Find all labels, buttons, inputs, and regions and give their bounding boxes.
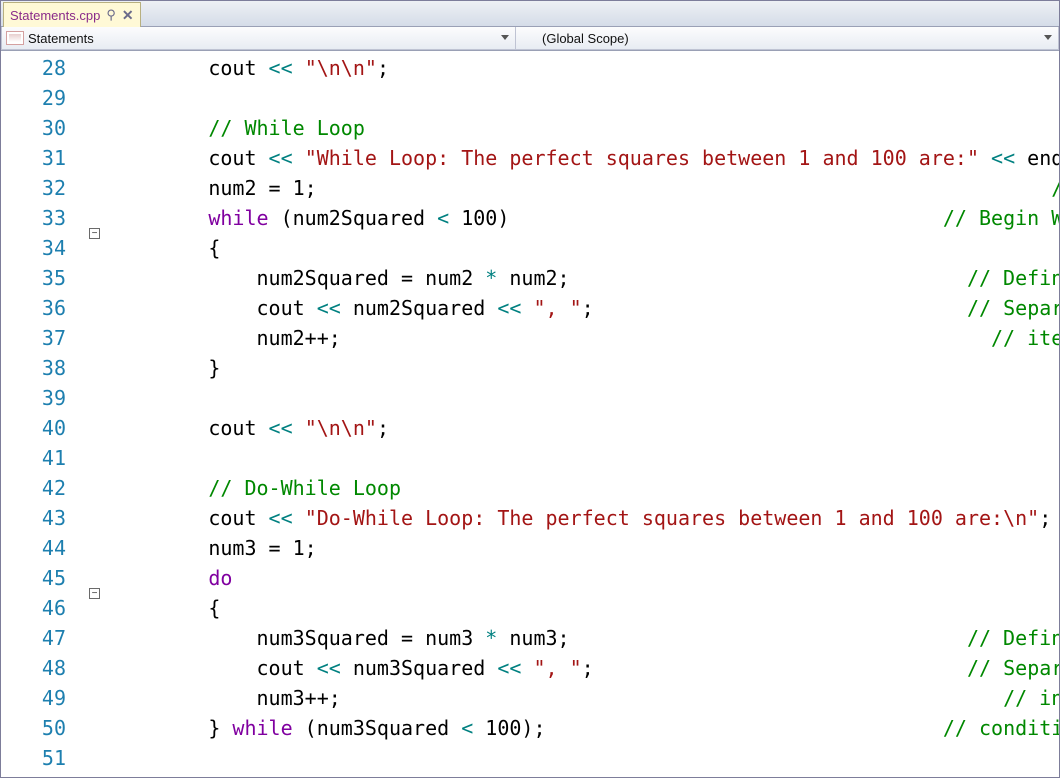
tab-strip: Statements.cpp ⚲ ✕ (1, 1, 1059, 27)
line-number: 51 (23, 746, 78, 770)
code-text[interactable]: num3Squared = num3 * num3; // Definition… (104, 626, 1059, 650)
code-line[interactable]: 31 cout << "While Loop: The perfect squa… (1, 143, 1059, 173)
scope-dropdown-global[interactable]: (Global Scope) (516, 27, 1059, 50)
code-text[interactable]: num2++; // iterator (104, 326, 1059, 350)
line-number: 35 (23, 266, 78, 290)
code-line[interactable]: 39 (1, 383, 1059, 413)
code-line[interactable]: 38 } (1, 353, 1059, 383)
code-line[interactable]: 28 cout << "\n\n"; (1, 53, 1059, 83)
line-number: 28 (23, 56, 78, 80)
code-line[interactable]: 49 num3++; // increment (1, 683, 1059, 713)
code-text[interactable]: do // Begin Do-While Loop (104, 566, 1059, 590)
editor-window: Statements.cpp ⚲ ✕ Statements (Global Sc… (0, 0, 1060, 778)
code-text[interactable]: cout << num2Squared << ", "; // Separate… (104, 296, 1059, 320)
pin-icon[interactable]: ⚲ (106, 7, 116, 23)
line-number: 39 (23, 386, 78, 410)
code-text[interactable]: cout << num3Squared << ", "; // Separate… (104, 656, 1059, 680)
project-icon (6, 31, 24, 45)
code-text[interactable]: cout << "\n\n"; (104, 56, 1059, 80)
code-line[interactable]: 33− while (num2Squared < 100) // Begin W… (1, 203, 1059, 233)
code-line[interactable]: 47 num3Squared = num3 * num3; // Definit… (1, 623, 1059, 653)
code-line[interactable]: 43 cout << "Do-While Loop: The perfect s… (1, 503, 1059, 533)
line-number: 44 (23, 536, 78, 560)
code-line[interactable]: 30 // While Loop (1, 113, 1059, 143)
navigation-bar: Statements (Global Scope) (1, 27, 1059, 51)
line-number: 48 (23, 656, 78, 680)
line-number: 32 (23, 176, 78, 200)
code-editor[interactable]: 28 cout << "\n\n";2930 // While Loop31 c… (1, 51, 1059, 777)
dropdown-left-text: Statements (28, 31, 94, 46)
code-line[interactable]: 29 (1, 83, 1059, 113)
line-number: 33 (23, 206, 78, 230)
line-number: 29 (23, 86, 78, 110)
code-line[interactable]: 37 num2++; // iterator (1, 323, 1059, 353)
code-line[interactable]: 48 cout << num3Squared << ", "; // Separ… (1, 653, 1059, 683)
code-text[interactable]: // While Loop (104, 116, 1059, 140)
line-number: 43 (23, 506, 78, 530)
line-number: 37 (23, 326, 78, 350)
code-text[interactable]: // Do-While Loop (104, 476, 1059, 500)
close-icon[interactable]: ✕ (122, 7, 134, 24)
code-line[interactable]: 35 num2Squared = num2 * num2; // Definit… (1, 263, 1059, 293)
code-text[interactable]: num3 = 1; // initialize (104, 536, 1059, 560)
code-text[interactable]: num2Squared = num2 * num2; // Definition… (104, 266, 1059, 290)
line-number: 46 (23, 596, 78, 620)
code-line[interactable]: 42 // Do-While Loop (1, 473, 1059, 503)
code-text[interactable]: num2 = 1; // initialize (104, 176, 1059, 200)
tab-statements-cpp[interactable]: Statements.cpp ⚲ ✕ (3, 2, 141, 27)
line-number: 41 (23, 446, 78, 470)
code-text[interactable]: cout << "\n\n"; (104, 416, 1059, 440)
code-line[interactable]: 41 (1, 443, 1059, 473)
line-number: 38 (23, 356, 78, 380)
scope-dropdown-project[interactable]: Statements (1, 27, 516, 50)
fold-toggle-icon[interactable]: − (89, 588, 100, 599)
line-number: 34 (23, 236, 78, 260)
fold-toggle-icon[interactable]: − (89, 228, 100, 239)
line-number: 40 (23, 416, 78, 440)
code-text[interactable]: num3++; // increment (104, 686, 1059, 710)
line-number: 42 (23, 476, 78, 500)
code-line[interactable]: 45− do // Begin Do-While Loop (1, 563, 1059, 593)
code-line[interactable]: 36 cout << num2Squared << ", "; // Separ… (1, 293, 1059, 323)
line-number: 36 (23, 296, 78, 320)
line-number: 45 (23, 566, 78, 590)
code-text[interactable]: cout << "While Loop: The perfect squares… (104, 146, 1059, 170)
code-line[interactable]: 34 { (1, 233, 1059, 263)
code-lines[interactable]: 28 cout << "\n\n";2930 // While Loop31 c… (1, 51, 1059, 777)
code-line[interactable]: 44 num3 = 1; // initialize (1, 533, 1059, 563)
code-text[interactable]: while (num2Squared < 100) // Begin While… (104, 206, 1059, 230)
chevron-down-icon (1044, 35, 1052, 40)
code-text[interactable]: } (104, 356, 1059, 380)
line-number: 31 (23, 146, 78, 170)
code-text[interactable]: } while (num3Squared < 100); // conditio… (104, 716, 1059, 740)
code-line[interactable]: 32 num2 = 1; // initialize (1, 173, 1059, 203)
line-number: 50 (23, 716, 78, 740)
code-line[interactable]: 46 { (1, 593, 1059, 623)
code-line[interactable]: 50 } while (num3Squared < 100); // condi… (1, 713, 1059, 743)
line-number: 47 (23, 626, 78, 650)
code-text[interactable]: { (104, 236, 1059, 260)
tab-label: Statements.cpp (10, 8, 100, 23)
line-number: 49 (23, 686, 78, 710)
dropdown-right-text: (Global Scope) (542, 31, 629, 46)
code-line[interactable]: 40 cout << "\n\n"; (1, 413, 1059, 443)
chevron-down-icon (501, 35, 509, 40)
code-line[interactable]: 51 (1, 743, 1059, 773)
code-text[interactable]: cout << "Do-While Loop: The perfect squa… (104, 506, 1059, 530)
code-text[interactable]: { (104, 596, 1059, 620)
line-number: 30 (23, 116, 78, 140)
